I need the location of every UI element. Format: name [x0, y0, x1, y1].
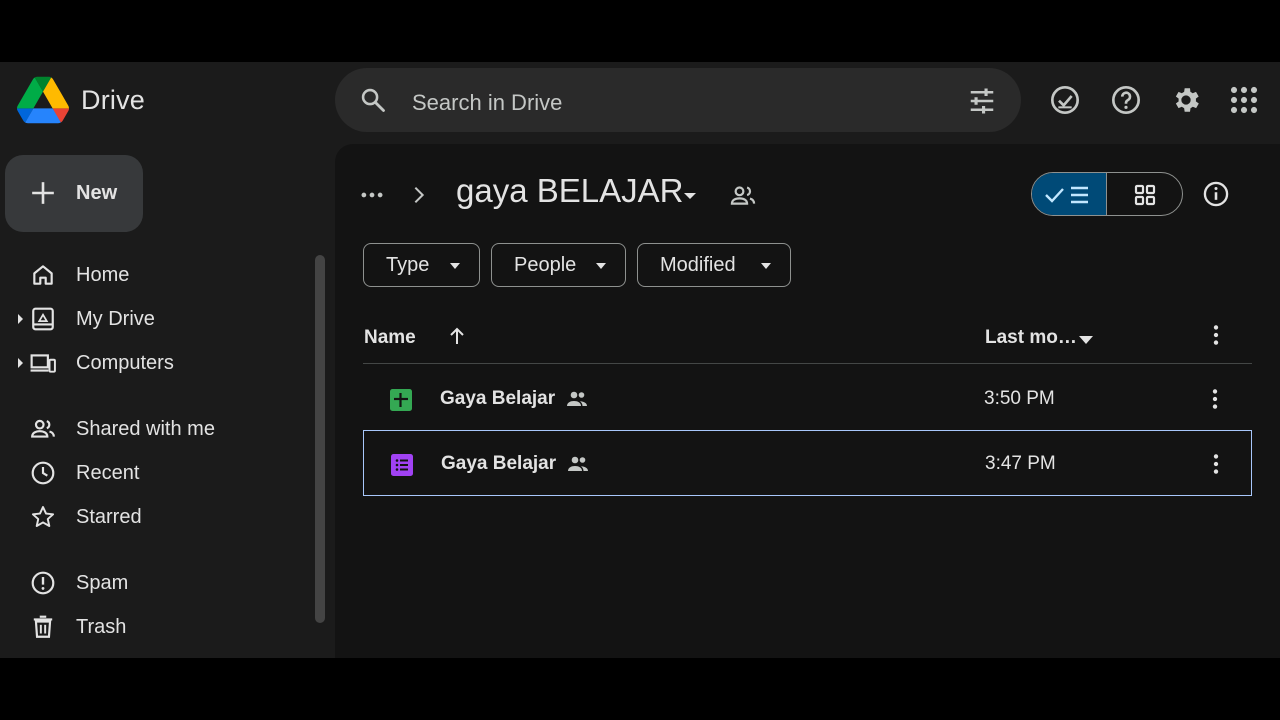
filter-people-chip[interactable]: People [491, 243, 626, 287]
google-drive-logo-icon [17, 76, 69, 124]
more-vertical-icon[interactable] [1203, 451, 1229, 477]
sidebar-item-home[interactable]: Home [0, 255, 320, 295]
search-icon[interactable] [359, 86, 387, 114]
dropdown-arrow-icon[interactable] [678, 184, 702, 208]
app-name: Drive [81, 84, 146, 115]
sidebar-item-shared-with-me[interactable]: Shared with me [0, 409, 320, 449]
google-forms-icon [391, 454, 413, 476]
sort-arrow-up-icon[interactable] [445, 324, 469, 348]
help-icon[interactable] [1110, 84, 1142, 116]
file-modified-time: 3:50 PM [984, 388, 1055, 409]
recent-icon [31, 461, 55, 485]
list-view-button[interactable] [1032, 173, 1107, 215]
apps-grid-icon[interactable] [1228, 84, 1260, 116]
dropdown-arrow-icon [596, 263, 606, 269]
sidebar-item-label: Trash [76, 616, 127, 638]
list-view-icon [1045, 186, 1088, 204]
expand-caret-icon[interactable] [17, 313, 25, 325]
table-row[interactable]: Gaya Belajar 3:50 PM [363, 366, 1252, 432]
filter-chip-label: Type [386, 253, 430, 276]
filter-modified-chip[interactable]: Modified [637, 243, 791, 287]
sidebar-item-computers[interactable]: Computers [0, 343, 320, 383]
drive-app: Drive Search in Drive New Home My Drive … [0, 62, 1280, 658]
main-panel: gaya BELAJAR Type People Modified Name L… [335, 144, 1280, 658]
sidebar-item-label: Shared with me [76, 418, 215, 440]
dropdown-arrow-icon [761, 263, 771, 269]
sidebar-item-label: Recent [76, 462, 140, 484]
dropdown-arrow-icon [450, 263, 460, 269]
column-header-name[interactable]: Name [364, 327, 416, 349]
filter-type-chip[interactable]: Type [363, 243, 480, 287]
plus-icon [32, 182, 54, 204]
my-drive-icon [32, 307, 54, 331]
trash-icon [33, 615, 53, 638]
grid-view-button[interactable] [1107, 173, 1182, 215]
file-modified-time: 3:47 PM [985, 453, 1056, 474]
column-header-last-modified[interactable]: Last mo… [985, 327, 1077, 349]
new-button-label: New [76, 182, 118, 204]
shared-people-icon [730, 186, 756, 205]
grid-view-icon [1134, 184, 1156, 206]
computers-icon [30, 354, 56, 373]
sidebar-item-label: Spam [76, 572, 129, 594]
sidebar-item-starred[interactable]: Starred [0, 497, 320, 537]
shared-icon [567, 391, 587, 406]
google-sheets-icon [390, 389, 412, 411]
chevron-right-icon [414, 186, 425, 204]
sidebar-item-my-drive[interactable]: My Drive [0, 299, 320, 339]
drive-logo[interactable]: Drive [17, 76, 145, 124]
settings-icon[interactable] [1170, 84, 1202, 116]
sidebar-item-label: My Drive [76, 308, 155, 330]
home-icon [33, 265, 53, 285]
file-name: Gaya Belajar [441, 453, 557, 474]
view-toggle [1031, 172, 1183, 216]
sidebar-item-label: Home [76, 264, 130, 286]
more-horizontal-icon[interactable] [359, 182, 385, 208]
search-bar[interactable]: Search in Drive [335, 68, 1021, 132]
file-name: Gaya Belajar [440, 388, 556, 409]
info-icon[interactable] [1202, 180, 1230, 208]
star-icon [31, 506, 55, 527]
dropdown-arrow-icon[interactable] [1078, 334, 1094, 346]
sidebar-item-trash[interactable]: Trash [0, 607, 320, 647]
sidebar-scrollbar[interactable] [315, 255, 325, 623]
shared-icon [568, 456, 588, 471]
spam-icon [31, 571, 55, 595]
shared-with-me-icon [31, 419, 55, 438]
ready-for-offline-icon[interactable] [1049, 84, 1081, 116]
search-input[interactable]: Search in Drive [412, 90, 562, 116]
sidebar-item-label: Starred [76, 506, 142, 528]
sidebar-item-recent[interactable]: Recent [0, 453, 320, 493]
tune-icon[interactable] [967, 86, 997, 116]
filter-chip-label: Modified [660, 253, 736, 276]
table-row[interactable]: Gaya Belajar 3:47 PM [363, 430, 1252, 496]
sidebar-item-label: Computers [76, 352, 174, 374]
expand-caret-icon[interactable] [17, 357, 25, 369]
filter-chip-label: People [514, 253, 577, 276]
page-title[interactable]: gaya BELAJAR [456, 172, 683, 210]
more-vertical-icon[interactable] [1202, 386, 1228, 412]
more-vertical-icon[interactable] [1203, 322, 1229, 348]
header-divider [363, 363, 1252, 364]
new-button[interactable]: New [5, 155, 143, 232]
sidebar-item-spam[interactable]: Spam [0, 563, 320, 603]
